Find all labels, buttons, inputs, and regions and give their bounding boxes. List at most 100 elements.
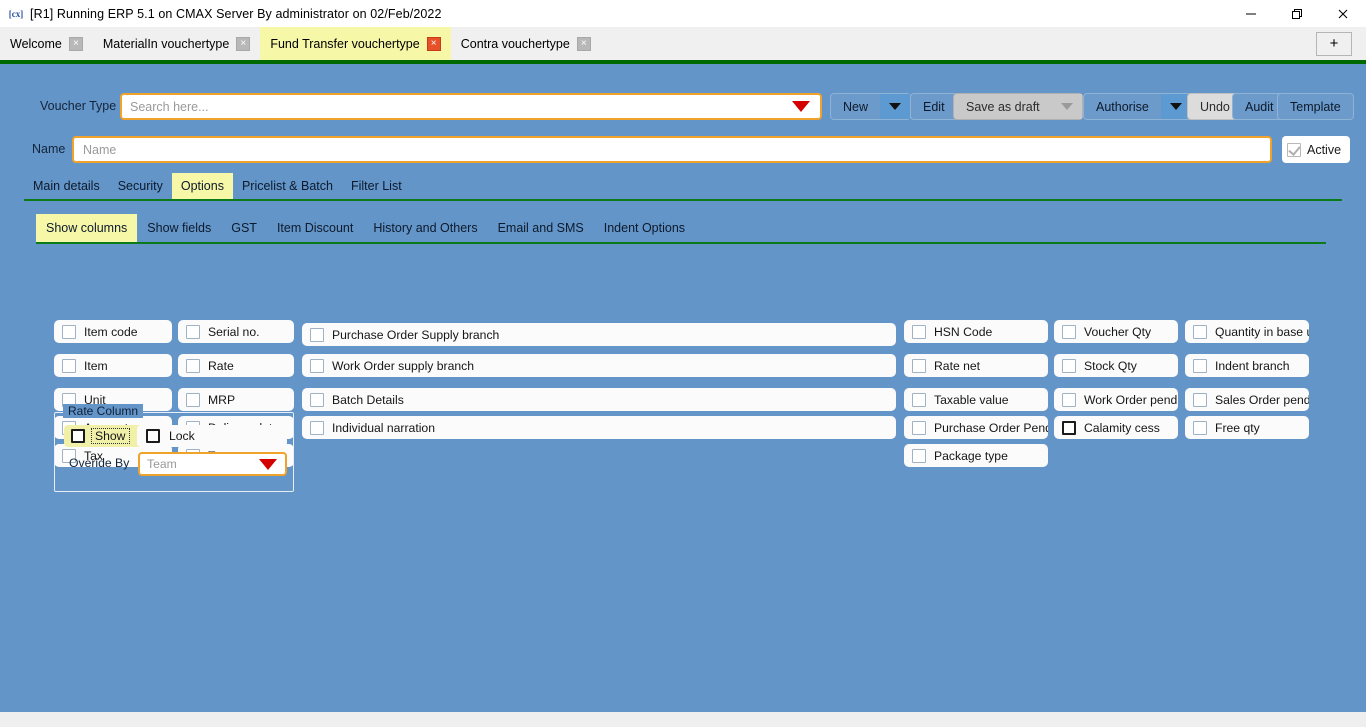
column-checkbox[interactable]: Item code (54, 320, 172, 343)
checkbox-box[interactable] (310, 327, 324, 342)
name-row: Name Active (0, 134, 1366, 168)
checkbox-label: Taxable value (934, 392, 1009, 407)
checkbox-box[interactable] (310, 420, 324, 435)
rate-column-show-label: Show (91, 428, 130, 444)
tab-close-icon[interactable]: × (576, 36, 591, 51)
checkbox-box[interactable] (1062, 358, 1076, 373)
sub-tab-show-fields[interactable]: Show fields (137, 214, 221, 242)
main-tab-pricelist-batch[interactable]: Pricelist & Batch (233, 173, 342, 199)
main-tab-main-details[interactable]: Main details (24, 173, 109, 199)
checkbox-box[interactable] (1193, 392, 1207, 407)
column-checkbox[interactable]: Stock Qty (1054, 354, 1178, 377)
column-checkbox[interactable]: Package type (904, 444, 1048, 467)
sub-tab-indent-options[interactable]: Indent Options (594, 214, 695, 242)
voucher-type-label: Voucher Type (40, 99, 117, 113)
tab-close-icon[interactable]: × (68, 36, 83, 51)
column-checkbox[interactable]: Purchase Order Pending (904, 416, 1048, 439)
checkbox-box[interactable] (62, 358, 76, 373)
sub-tab-gst[interactable]: GST (221, 214, 267, 242)
checkbox-box[interactable] (1193, 358, 1207, 373)
sub-tab-show-columns[interactable]: Show columns (36, 214, 138, 242)
document-tab[interactable]: Fund Transfer vouchertype × (260, 27, 451, 60)
column-checkbox[interactable]: Calamity cess (1054, 416, 1178, 439)
close-icon[interactable] (1320, 0, 1366, 27)
checkbox-box[interactable] (1062, 420, 1076, 435)
document-tab[interactable]: Welcome × (0, 27, 93, 60)
authorise-button[interactable]: Authorise (1083, 93, 1192, 120)
save-as-draft-button[interactable]: Save as draft (953, 93, 1083, 120)
voucher-type-search[interactable] (120, 93, 822, 120)
column-checkbox[interactable]: Work Order pending (1054, 388, 1178, 411)
checkbox-box[interactable] (310, 392, 324, 407)
active-checkbox-box[interactable] (1287, 142, 1301, 157)
column-checkbox[interactable]: Voucher Qty (1054, 320, 1178, 343)
main-tab-filter-list[interactable]: Filter List (342, 173, 411, 199)
column-checkbox[interactable]: Rate (178, 354, 294, 377)
name-field[interactable] (72, 136, 1272, 163)
tab-close-icon[interactable]: × (236, 36, 251, 51)
checkbox-box[interactable] (310, 358, 324, 373)
column-checkbox[interactable]: Taxable value (904, 388, 1048, 411)
active-checkbox[interactable]: Active (1282, 136, 1351, 163)
column-checkbox[interactable]: Quantity in base unit (1185, 320, 1309, 343)
name-input[interactable] (74, 138, 1270, 161)
checkbox-box[interactable] (1193, 420, 1207, 435)
voucher-type-input[interactable] (122, 99, 792, 114)
maximize-icon[interactable] (1274, 0, 1320, 27)
document-tab[interactable]: Contra vouchertype × (451, 27, 601, 60)
edit-button[interactable]: Edit (910, 93, 958, 120)
template-button-label: Template (1290, 99, 1341, 114)
checkbox-box[interactable] (912, 420, 926, 435)
checkbox-box[interactable] (1062, 324, 1076, 339)
sub-tab-bar: Show columns Show fields GST Item Discount H… (0, 214, 1366, 242)
override-by-dropdown[interactable]: Team (138, 452, 287, 476)
sub-tab-item-discount[interactable]: Item Discount (267, 214, 363, 242)
sub-tab-email-and-sms[interactable]: Email and SMS (488, 214, 594, 242)
column-checkbox[interactable]: MRP (178, 388, 294, 411)
document-tab[interactable]: MaterialIn vouchertype × (93, 27, 260, 60)
override-by-value: Team (147, 457, 177, 471)
minimize-icon[interactable] (1228, 0, 1274, 27)
checkbox-box[interactable] (912, 392, 926, 407)
column-checkbox[interactable]: Individual narration (302, 416, 896, 439)
column-checkbox[interactable]: Serial no. (178, 320, 294, 343)
window-controls (1228, 0, 1366, 27)
main-tab-security[interactable]: Security (109, 173, 172, 199)
column-checkbox[interactable]: Work Order supply branch (302, 354, 896, 377)
rate-column-show-box[interactable] (71, 429, 85, 443)
column-checkbox[interactable]: Item (54, 354, 172, 377)
column-checkbox[interactable]: Purchase Order Supply branch (302, 323, 896, 346)
checkbox-box[interactable] (912, 324, 926, 339)
checkbox-box[interactable] (1062, 392, 1076, 407)
save-as-draft-dropdown-arrow-icon[interactable] (1051, 94, 1082, 119)
column-checkbox[interactable]: Sales Order pending (1185, 388, 1309, 411)
checkbox-label: Calamity cess (1084, 420, 1160, 435)
new-tab-button[interactable]: + (1316, 31, 1352, 56)
dropdown-caret-icon[interactable] (792, 101, 810, 112)
column-checkbox[interactable]: Indent branch (1185, 354, 1309, 377)
active-checkbox-label: Active (1307, 142, 1342, 157)
column-checkbox[interactable]: HSN Code (904, 320, 1048, 343)
column-checkbox[interactable]: Rate net (904, 354, 1048, 377)
checkbox-label: Item code (84, 324, 138, 339)
rate-column-lock-box[interactable] (146, 429, 160, 443)
rate-column-lock-checkbox[interactable]: Lock (137, 425, 287, 447)
checkbox-box[interactable] (912, 358, 926, 373)
new-dropdown-arrow-icon[interactable] (880, 94, 911, 119)
override-by-caret-icon[interactable] (259, 458, 277, 470)
column-checkbox[interactable]: Free qty (1185, 416, 1309, 439)
checkbox-box[interactable] (62, 324, 76, 339)
main-tab-options[interactable]: Options (171, 173, 233, 199)
edit-button-label: Edit (923, 99, 945, 114)
checkbox-box[interactable] (912, 448, 926, 463)
tab-close-icon[interactable]: × (426, 36, 441, 51)
sub-tab-history-and-others[interactable]: History and Others (363, 214, 487, 242)
checkbox-box[interactable] (1193, 324, 1207, 339)
checkbox-box[interactable] (186, 358, 200, 373)
checkbox-box[interactable] (186, 392, 200, 407)
column-checkbox[interactable]: Batch Details (302, 388, 896, 411)
new-button[interactable]: New (830, 93, 912, 120)
checkbox-label: Rate (208, 358, 234, 373)
checkbox-box[interactable] (186, 324, 200, 339)
template-button[interactable]: Template (1277, 93, 1354, 120)
